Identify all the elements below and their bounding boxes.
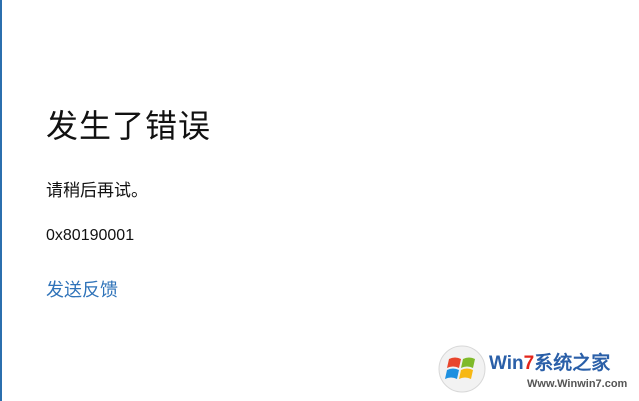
watermark-brand-seven: 7 bbox=[523, 353, 535, 374]
watermark: Win7系统之家 Www.Winwin7.com bbox=[437, 342, 633, 398]
send-feedback-link[interactable]: 发送反馈 bbox=[46, 276, 118, 302]
watermark-brand-prefix: Win bbox=[489, 353, 524, 374]
error-message: 请稍后再试。 bbox=[46, 181, 148, 201]
watermark-brand-suffix: 系统之家 bbox=[534, 353, 611, 374]
window-left-border bbox=[0, 0, 2, 401]
error-code: 0x80190001 bbox=[46, 227, 135, 244]
error-title: 发生了错误 bbox=[46, 107, 212, 145]
windows-flag-logo-icon bbox=[438, 345, 486, 393]
error-content: 发生了错误 请稍后再试。 0x80190001 发送反馈 bbox=[46, 106, 212, 301]
error-dialog: 发生了错误 请稍后再试。 0x80190001 发送反馈 Win7系统之家 Ww… bbox=[0, 0, 639, 401]
watermark-brand: Win7系统之家 bbox=[489, 348, 610, 375]
watermark-url: Www.Winwin7.com bbox=[527, 378, 628, 390]
